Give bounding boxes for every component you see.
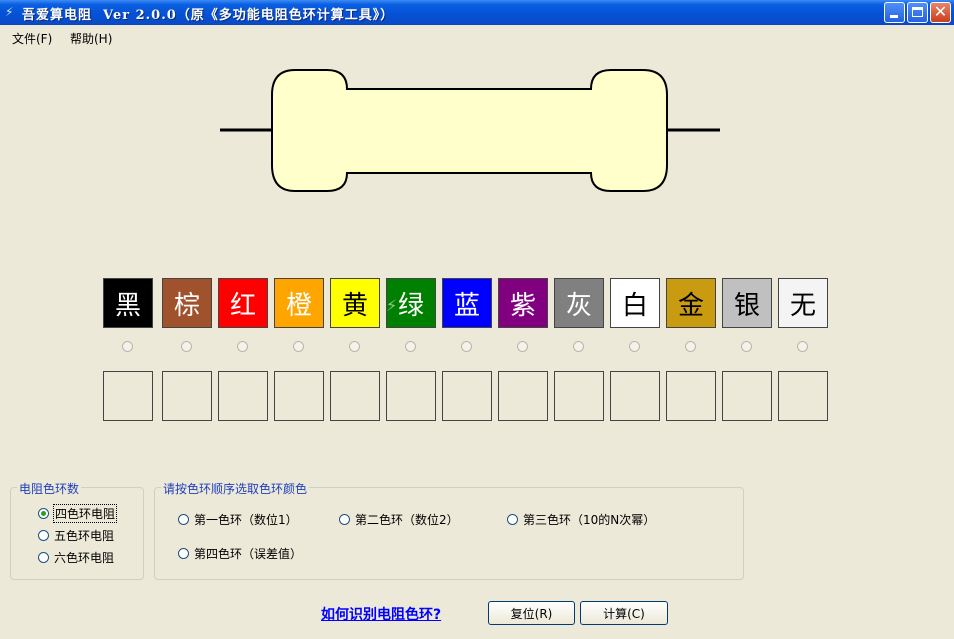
band-slot[interactable]	[162, 371, 212, 421]
band-count-group-title: 电阻色环数	[17, 480, 82, 497]
color-radio[interactable]	[293, 341, 304, 352]
radio-icon	[38, 530, 49, 541]
radio-band-4[interactable]: 第四色环（误差值）	[178, 545, 302, 562]
color-button[interactable]: 无	[778, 278, 828, 328]
radio-label: 第四色环（误差值）	[194, 547, 303, 561]
color-button[interactable]: 黑	[103, 278, 153, 328]
resistor-body	[271, 69, 668, 192]
color-radio[interactable]	[181, 341, 192, 352]
radio-icon	[507, 514, 518, 525]
color-radio[interactable]	[349, 341, 360, 352]
color-radio[interactable]	[122, 341, 133, 352]
radio-icon	[38, 508, 49, 519]
color-button[interactable]: 白	[610, 278, 660, 328]
radio-label: 五色环电阻	[54, 529, 115, 543]
resistor-icon: ⚡	[5, 5, 14, 19]
watermark: ⚡	[386, 296, 398, 315]
band-slot[interactable]	[330, 371, 380, 421]
resistor-diagram	[220, 69, 720, 192]
color-radio[interactable]	[517, 341, 528, 352]
minimize-icon	[890, 15, 898, 18]
band-order-group-title: 请按色环顺序选取色环颜色	[161, 480, 310, 497]
band-slot[interactable]	[722, 371, 772, 421]
band-slot[interactable]	[386, 371, 436, 421]
menu-help[interactable]: 帮助(H)	[70, 30, 112, 47]
maximize-button[interactable]	[907, 2, 928, 23]
radio-label: 四色环电阻	[52, 504, 118, 523]
radio-icon	[178, 548, 189, 559]
color-radio[interactable]	[685, 341, 696, 352]
color-radio[interactable]	[797, 341, 808, 352]
band-slot[interactable]	[103, 371, 153, 421]
radio-band-2[interactable]: 第二色环（数位2）	[339, 511, 459, 528]
band-slot[interactable]	[554, 371, 604, 421]
reset-button[interactable]: 复位(R)	[488, 601, 575, 625]
menu-bar: 文件(F) 帮助(H)	[0, 25, 954, 47]
color-radio[interactable]	[461, 341, 472, 352]
radio-icon	[178, 514, 189, 525]
color-radio[interactable]	[573, 341, 584, 352]
radio-icon	[38, 552, 49, 563]
close-icon: ✕	[933, 2, 948, 21]
band-count-group: 电阻色环数 四色环电阻 五色环电阻 六色环电阻	[10, 480, 144, 580]
color-button[interactable]: 棕	[162, 278, 212, 328]
title-bar: ⚡ 吾爱算电阻 Ver 2.0.0（原《多功能电阻色环计算工具》） ✕	[0, 0, 954, 25]
band-slot[interactable]	[442, 371, 492, 421]
radio-icon	[339, 514, 350, 525]
color-radio[interactable]	[237, 341, 248, 352]
color-radio[interactable]	[629, 341, 640, 352]
radio-label: 六色环电阻	[54, 551, 115, 565]
color-radio[interactable]	[741, 341, 752, 352]
radio-label: 第三色环（10的N次幂）	[523, 513, 656, 527]
band-slot[interactable]	[274, 371, 324, 421]
band-slot[interactable]	[778, 371, 828, 421]
calculate-button[interactable]: 计算(C)	[580, 601, 668, 625]
radio-six-band[interactable]: 六色环电阻	[38, 549, 114, 566]
band-slot[interactable]	[610, 371, 660, 421]
band-order-group: 请按色环顺序选取色环颜色 第一色环（数位1） 第二色环（数位2） 第三色环（10…	[154, 480, 744, 580]
menu-file[interactable]: 文件(F)	[12, 30, 52, 47]
radio-band-3[interactable]: 第三色环（10的N次幂）	[507, 511, 655, 528]
minimize-button[interactable]	[884, 2, 905, 23]
color-button[interactable]: 银	[722, 278, 772, 328]
close-button[interactable]: ✕	[930, 2, 951, 23]
color-button[interactable]: 黄	[330, 278, 380, 328]
radio-band-1[interactable]: 第一色环（数位1）	[178, 511, 298, 528]
radio-five-band[interactable]: 五色环电阻	[38, 527, 114, 544]
window-title: 吾爱算电阻 Ver 2.0.0（原《多功能电阻色环计算工具》）	[22, 8, 395, 23]
radio-label: 第二色环（数位2）	[355, 513, 459, 527]
color-button[interactable]: 紫	[498, 278, 548, 328]
band-slot[interactable]	[218, 371, 268, 421]
radio-label: 第一色环（数位1）	[194, 513, 298, 527]
color-button[interactable]: 金	[666, 278, 716, 328]
band-slot[interactable]	[498, 371, 548, 421]
how-to-read-link[interactable]: 如何识别电阻色环?	[321, 604, 441, 624]
color-button[interactable]: 红	[218, 278, 268, 328]
color-radio[interactable]	[405, 341, 416, 352]
color-button[interactable]: 灰	[554, 278, 604, 328]
band-slot[interactable]	[666, 371, 716, 421]
maximize-icon	[912, 7, 923, 17]
radio-four-band[interactable]: 四色环电阻	[38, 504, 118, 523]
color-button[interactable]: 蓝	[442, 278, 492, 328]
color-button[interactable]: 橙	[274, 278, 324, 328]
